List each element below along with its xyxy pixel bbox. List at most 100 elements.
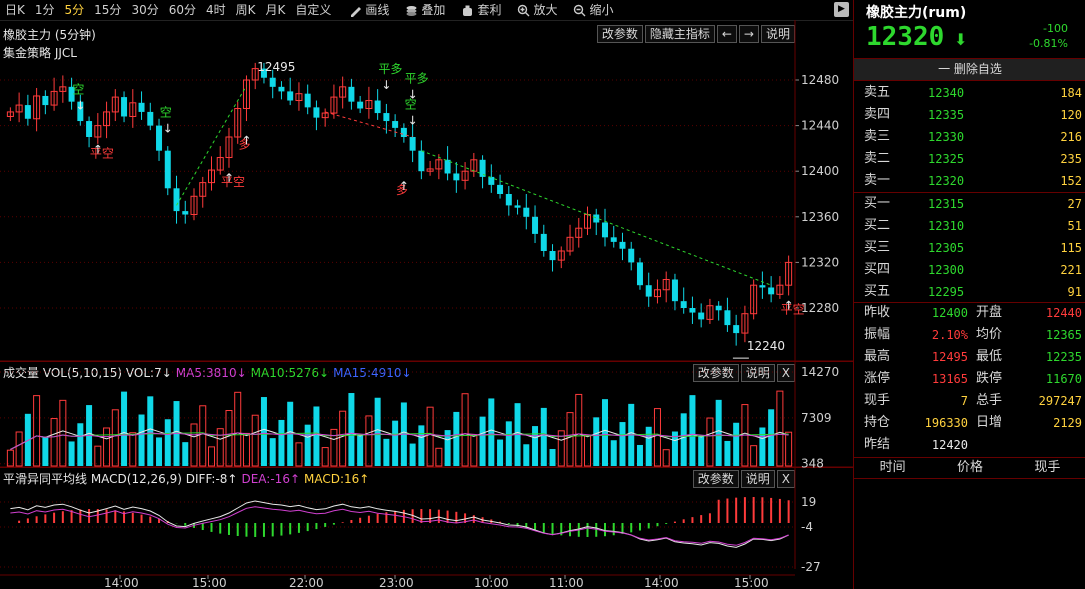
volume-bar [216, 428, 224, 467]
volume-bar [601, 399, 608, 466]
time-tick-label: 22:00 [289, 576, 324, 589]
tool-bag-button[interactable]: 套利 [456, 0, 506, 20]
period-3[interactable]: 15分 [89, 0, 126, 20]
toolbar: 日K 1分 5分 15分 30分 60分 4时 周K 月K 自定义 画线 叠加 套利 放大 缩小 ▶ [0, 0, 853, 21]
ask-row[interactable]: 卖三 12330 216 [854, 126, 1085, 148]
period-5[interactable]: 60分 [164, 0, 201, 20]
bid-row[interactable]: 买三 12305 115 [854, 237, 1085, 259]
ask-level-label: 卖三 [864, 129, 891, 144]
stats-list: 昨收 12400 开盘 12440 振幅 2.10% 均价 12365 最高 12495 最低 122… [854, 302, 1085, 456]
period-9[interactable]: 自定义 [290, 0, 336, 20]
volume-bar [313, 406, 320, 466]
volume-bar [339, 410, 347, 467]
candle-body [374, 100, 381, 114]
macd-tick-label: -27 [801, 560, 821, 574]
volume-bar [532, 426, 539, 466]
stat-label: 最低 [976, 349, 1003, 364]
period-2[interactable]: 5分 [60, 0, 90, 20]
change-percent: -0.81% [1029, 37, 1068, 50]
volume-bar [242, 432, 250, 467]
vol-ma5-line [10, 428, 789, 450]
collapse-arrow-icon[interactable]: ▶ [834, 2, 849, 17]
remove-watchlist-button[interactable]: 一 删除自选 [854, 58, 1085, 81]
tool-zoom-in-button[interactable]: 放大 [512, 0, 562, 20]
stat-label: 跌停 [976, 371, 1003, 386]
volume-bar [383, 438, 390, 466]
kline-chart[interactable]: 12480 12440 12400 12360 12320 12280 12495 12240… [0, 20, 853, 589]
signal-arrow: ↑ [241, 133, 251, 147]
volume-bar [453, 411, 460, 466]
tool-zoom-out-button[interactable]: 缩小 [568, 0, 618, 20]
bid-row[interactable]: 买二 12310 51 [854, 215, 1085, 237]
price-tick-label: 12400 [801, 164, 839, 178]
candle-body [549, 251, 556, 261]
stat-value: 12420 [931, 438, 968, 452]
volume-bar [575, 393, 583, 467]
vol-ma15-line [10, 432, 789, 450]
signal-label: 空 [405, 98, 417, 112]
candle-body [182, 211, 189, 215]
bag-icon [463, 5, 473, 16]
period-4[interactable]: 30分 [126, 0, 163, 20]
bid-volume: 221 [1060, 263, 1082, 277]
bid-row[interactable]: 买四 12300 221 [854, 259, 1085, 281]
stat-row: 最高 12495 最低 12235 [854, 346, 1085, 368]
volume-bar [182, 442, 189, 466]
stat-value: 12400 [931, 306, 968, 320]
candle-body [269, 77, 276, 87]
stat-value: 7 [960, 394, 968, 408]
bid-price: 12300 [928, 263, 965, 277]
period-1[interactable]: 1分 [30, 0, 60, 20]
candle-body [400, 127, 407, 137]
volume-bar [698, 436, 705, 466]
period-7[interactable]: 周K [231, 0, 261, 20]
tool-pencil-button[interactable]: 画线 [344, 0, 394, 20]
volume-bar [199, 405, 207, 467]
ask-row[interactable]: 卖五 12340 184 [854, 82, 1085, 104]
stat-value: 12495 [931, 350, 968, 364]
candle-body [689, 308, 696, 313]
candle-body [636, 262, 643, 286]
ask-row[interactable]: 卖二 12325 235 [854, 148, 1085, 170]
volume-bar [549, 448, 556, 466]
bid-volume: 91 [1067, 285, 1082, 299]
period-8[interactable]: 月K [261, 0, 291, 20]
ticks-col-header: 时间 [879, 460, 906, 475]
candle-body [540, 233, 547, 251]
volume-bar [733, 422, 740, 466]
price-tick-label: 12320 [801, 255, 839, 269]
ask-level-label: 卖二 [864, 151, 891, 166]
candle-body [628, 248, 635, 263]
candle-body [164, 150, 171, 189]
period-6[interactable]: 4时 [201, 0, 231, 20]
candle-body [671, 279, 678, 302]
bid-price: 12305 [928, 241, 965, 255]
price-tick-label: 12440 [801, 119, 839, 133]
volume-bar [418, 425, 425, 466]
time-tick-label: 11:00 [549, 576, 584, 589]
candle-body [418, 150, 425, 172]
period-0[interactable]: 日K [0, 0, 30, 20]
volume-bar [488, 398, 495, 466]
volume-bar [68, 441, 75, 466]
stat-label: 涨停 [864, 371, 891, 386]
stat-value: 2129 [1053, 416, 1082, 430]
ask-price: 12340 [928, 86, 965, 100]
signal-arrow: ↓ [163, 121, 173, 135]
volume-bar [610, 440, 617, 466]
ask-row[interactable]: 卖一 12320 152 [854, 170, 1085, 192]
bid-price: 12315 [928, 197, 965, 211]
bid-row[interactable]: 买一 12315 27 [854, 193, 1085, 215]
candle-body [24, 105, 31, 119]
stat-row: 现手 7 总手 297247 [854, 390, 1085, 412]
volume-bar [689, 395, 696, 466]
ask-row[interactable]: 卖四 12335 120 [854, 104, 1085, 126]
tool-stack-button[interactable]: 叠加 [400, 0, 450, 20]
volume-bar [593, 417, 600, 466]
trend-line [421, 150, 588, 215]
volume-bar [505, 421, 512, 466]
bid-row[interactable]: 买五 12295 91 [854, 281, 1085, 303]
volume-bar [138, 414, 145, 466]
candle-body [514, 205, 521, 208]
ask-level-label: 卖一 [864, 173, 891, 188]
